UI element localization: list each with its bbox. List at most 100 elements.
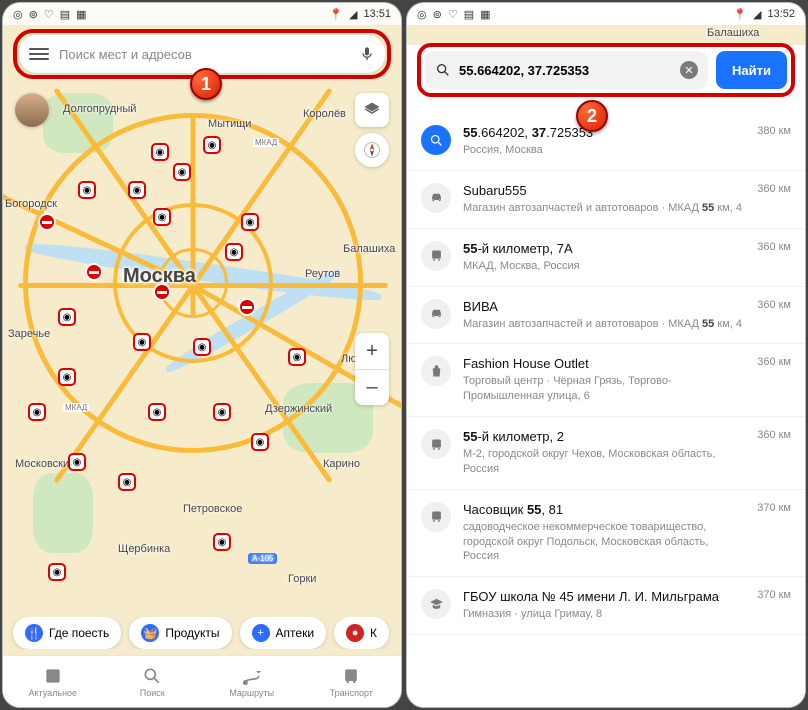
city-label: Дзержинский bbox=[265, 403, 332, 415]
result-subtitle: Торговый центр · Чёрная Грязь, Торгово-П… bbox=[463, 374, 745, 404]
result-distance: 360 км bbox=[757, 429, 791, 477]
city-label: Петровское bbox=[183, 503, 242, 515]
result-distance: 360 км bbox=[757, 183, 791, 216]
traffic-pin[interactable] bbox=[48, 563, 66, 581]
city-label: Реутов bbox=[305, 268, 340, 280]
chip-Продукты[interactable]: 🧺Продукты bbox=[129, 617, 231, 649]
map-canvas[interactable]: МКАД МКАД Москва Долгопрудный Мытищи Кор… bbox=[3, 3, 401, 707]
status-bar: ◎⊚♡▤▦ 📍◢13:52 bbox=[407, 3, 805, 25]
traffic-block-pin[interactable] bbox=[238, 298, 256, 316]
tab-search[interactable]: Поиск bbox=[103, 656, 203, 707]
tab-routes[interactable]: Маршруты bbox=[202, 656, 302, 707]
result-item[interactable]: ВИВА Магазин автозапчастей и автотоваров … bbox=[407, 287, 805, 345]
menu-icon[interactable] bbox=[29, 48, 49, 60]
mic-icon[interactable] bbox=[359, 44, 375, 64]
result-distance: 380 км bbox=[757, 125, 791, 158]
compass-button[interactable] bbox=[355, 133, 389, 167]
label-mkad: МКАД bbox=[253, 138, 279, 147]
traffic-pin[interactable] bbox=[133, 333, 151, 351]
bus-icon bbox=[421, 502, 451, 532]
tab-transport[interactable]: Транспорт bbox=[302, 656, 402, 707]
traffic-pin[interactable] bbox=[193, 338, 211, 356]
traffic-pin[interactable] bbox=[225, 243, 243, 261]
city-label: Долгопрудный bbox=[63, 103, 136, 115]
traffic-pin[interactable] bbox=[58, 308, 76, 326]
result-item[interactable]: 55-й километр, 2М-2, городской округ Чех… bbox=[407, 417, 805, 490]
traffic-pin[interactable] bbox=[151, 143, 169, 161]
traffic-pin[interactable] bbox=[68, 453, 86, 471]
find-button[interactable]: Найти bbox=[716, 51, 787, 89]
clock: 13:52 bbox=[767, 8, 795, 20]
result-subtitle: Магазин автозапчастей и автотоваров · МК… bbox=[463, 317, 745, 332]
result-subtitle: М-2, городской округ Чехов, Московская о… bbox=[463, 447, 745, 477]
status-bar: ◎⊚♡▤▦ 📍 ◢ 13:51 bbox=[3, 3, 401, 25]
result-item[interactable]: ГБОУ школа № 45 имени Л. И. МильграмаГим… bbox=[407, 577, 805, 635]
result-subtitle: садоводческое некоммерческое товариществ… bbox=[463, 520, 745, 565]
traffic-pin[interactable] bbox=[203, 136, 221, 154]
result-item[interactable]: Subaru555Магазин автозапчастей и автотов… bbox=[407, 171, 805, 229]
result-subtitle: Россия, Москва bbox=[463, 143, 745, 158]
step-badge-1: 1 bbox=[190, 68, 222, 100]
search-input[interactable] bbox=[59, 47, 349, 62]
city-label: Мытищи bbox=[208, 118, 251, 130]
traffic-pin[interactable] bbox=[148, 403, 166, 421]
result-distance: 360 км bbox=[757, 356, 791, 404]
city-label: Балашиха bbox=[343, 243, 395, 255]
result-subtitle: Гимназия · улица Гримау, 8 bbox=[463, 607, 745, 622]
traffic-pin[interactable] bbox=[213, 403, 231, 421]
phone-left: МКАД МКАД Москва Долгопрудный Мытищи Кор… bbox=[2, 2, 402, 708]
gps-icon: 📍 bbox=[329, 8, 343, 21]
result-title: ВИВА bbox=[463, 299, 745, 314]
search-input[interactable] bbox=[459, 63, 672, 78]
city-label: Щербинка bbox=[118, 543, 170, 555]
result-title: 55-й километр, 7А bbox=[463, 241, 745, 256]
traffic-block-pin[interactable] bbox=[153, 283, 171, 301]
result-item[interactable]: 55-й километр, 7АМКАД, Москва, Россия360… bbox=[407, 229, 805, 287]
traffic-pin[interactable] bbox=[288, 348, 306, 366]
traffic-block-pin[interactable] bbox=[85, 263, 103, 281]
layers-button[interactable] bbox=[355, 93, 389, 127]
avatar[interactable] bbox=[15, 93, 49, 127]
traffic-pin[interactable] bbox=[241, 213, 259, 231]
label-mkad: МКАД bbox=[63, 403, 89, 412]
city-label: Московский bbox=[15, 458, 75, 470]
traffic-pin[interactable] bbox=[173, 163, 191, 181]
search-results: 55.664202, 37.725353 Россия, Москва 380 км… bbox=[407, 113, 805, 707]
zoom-control: + – bbox=[355, 333, 389, 405]
grad-icon bbox=[421, 589, 451, 619]
zoom-out-button[interactable]: – bbox=[355, 369, 389, 405]
traffic-pin[interactable] bbox=[251, 433, 269, 451]
traffic-pin[interactable] bbox=[128, 181, 146, 199]
traffic-block-pin[interactable] bbox=[38, 213, 56, 231]
chip-К[interactable]: ●К bbox=[334, 617, 389, 649]
city-label: Горки bbox=[288, 573, 316, 585]
result-item[interactable]: Fashion House OutletТорговый центр · Чёр… bbox=[407, 344, 805, 417]
clear-icon[interactable]: ✕ bbox=[680, 61, 698, 79]
result-distance: 370 км bbox=[757, 502, 791, 565]
bus-icon bbox=[421, 429, 451, 459]
city-label: Заречье bbox=[8, 328, 50, 340]
chip-Где поесть[interactable]: 🍴Где поесть bbox=[13, 617, 121, 649]
search-field[interactable]: ✕ bbox=[425, 51, 708, 89]
traffic-pin[interactable] bbox=[28, 403, 46, 421]
traffic-pin[interactable] bbox=[213, 533, 231, 551]
bottom-nav: Актуальное Поиск Маршруты Транспорт bbox=[3, 655, 401, 707]
zoom-in-button[interactable]: + bbox=[355, 333, 389, 369]
car-icon bbox=[421, 299, 451, 329]
result-distance: 370 км bbox=[757, 589, 791, 622]
tab-hot[interactable]: Актуальное bbox=[3, 656, 103, 707]
traffic-pin[interactable] bbox=[58, 368, 76, 386]
search-icon bbox=[435, 62, 451, 78]
traffic-pin[interactable] bbox=[78, 181, 96, 199]
result-title: Часовщик 55, 81 bbox=[463, 502, 745, 517]
result-title: 55.664202, 37.725353 bbox=[463, 125, 745, 140]
car-icon bbox=[421, 183, 451, 213]
map-strip: Балашиха bbox=[407, 25, 805, 45]
road-shield: А-105 bbox=[248, 553, 277, 564]
traffic-pin[interactable] bbox=[153, 208, 171, 226]
search-icon bbox=[421, 125, 451, 155]
city-label: Богородск bbox=[5, 198, 57, 210]
traffic-pin[interactable] bbox=[118, 473, 136, 491]
result-item[interactable]: Часовщик 55, 81 садоводческое некоммерчес… bbox=[407, 490, 805, 578]
chip-Аптеки[interactable]: +Аптеки bbox=[240, 617, 327, 649]
